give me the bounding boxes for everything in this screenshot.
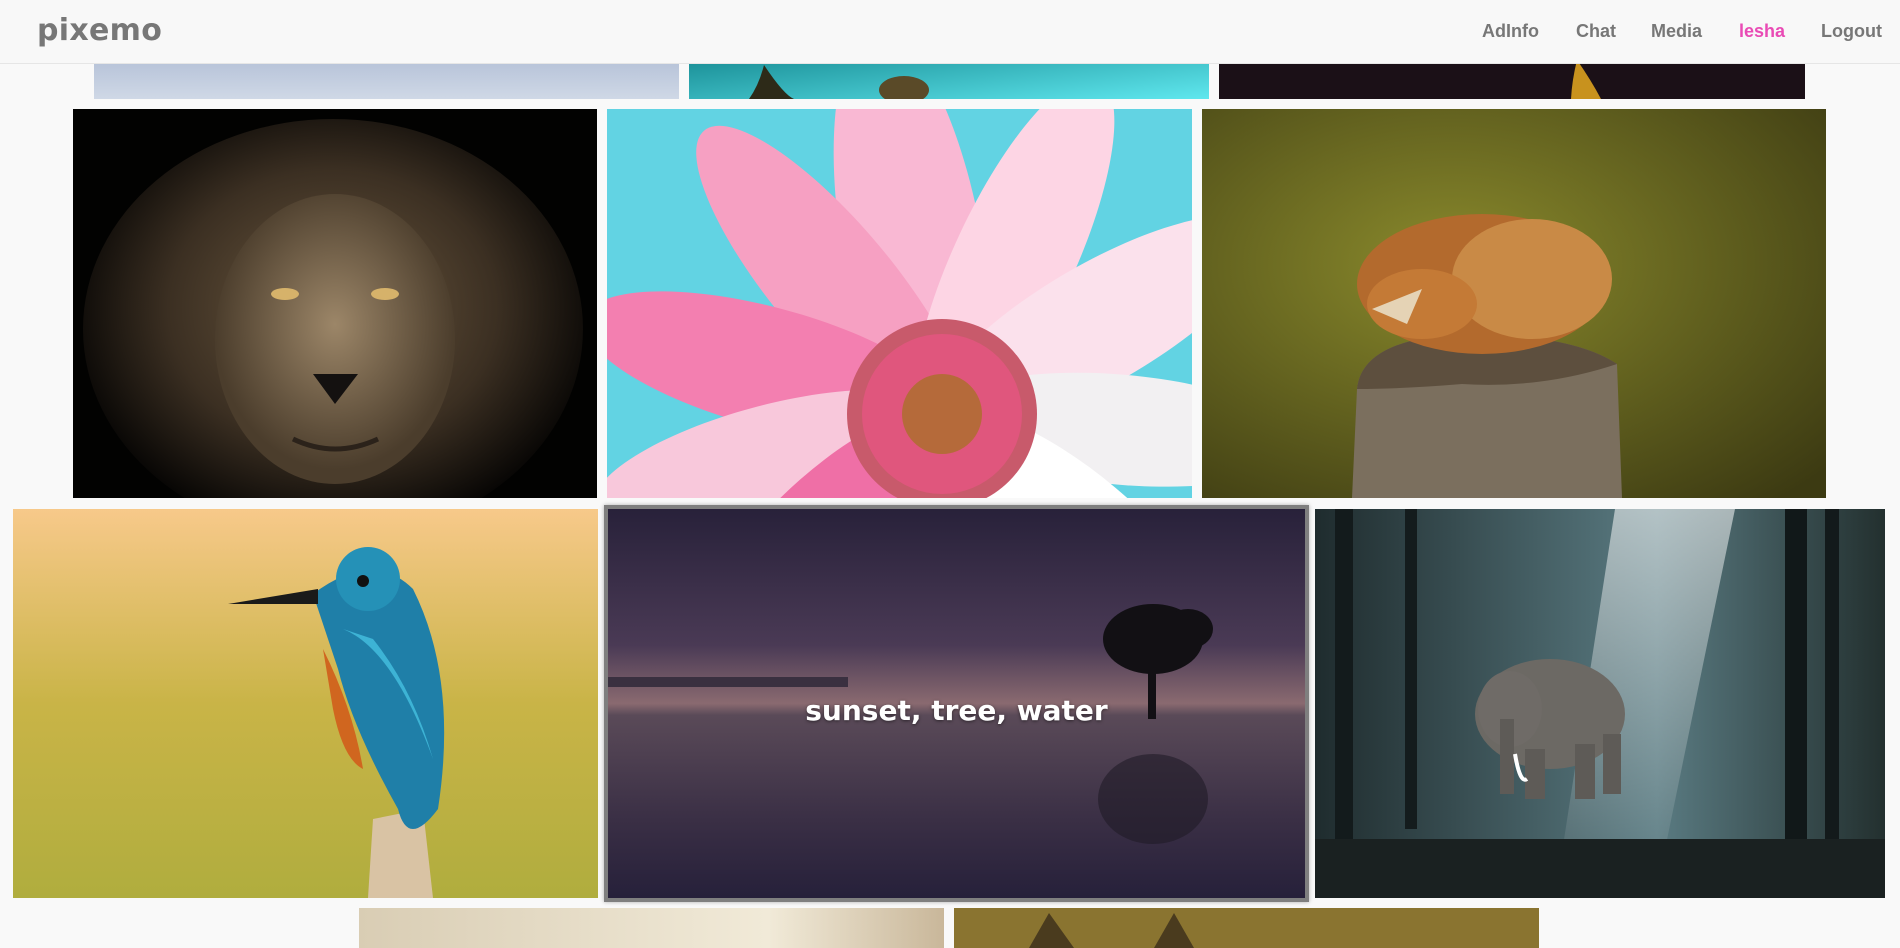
nav-logout[interactable]: Logout xyxy=(1821,21,1882,42)
photo-tile-wildcat[interactable] xyxy=(954,908,1539,948)
photo-tile-lion[interactable] xyxy=(73,109,597,498)
photo-tile-sunset-tree-lake[interactable]: sunset, tree, water xyxy=(604,505,1309,902)
photo-tile-kingfisher[interactable] xyxy=(13,509,598,898)
photo-tile-pink-daisy[interactable] xyxy=(607,109,1192,498)
photo-tile-elephant-forest[interactable] xyxy=(1315,509,1885,898)
photo-tile-sleeping-fox[interactable] xyxy=(1202,109,1826,498)
nav-media[interactable]: Media xyxy=(1651,21,1702,42)
nav-chat[interactable]: Chat xyxy=(1576,21,1616,42)
navbar: pixemo AdInfo Chat Media lesha Logout xyxy=(0,0,1900,64)
brand-logo[interactable]: pixemo xyxy=(37,13,162,48)
nav-user-profile[interactable]: lesha xyxy=(1739,21,1785,42)
nav-adinfo[interactable]: AdInfo xyxy=(1482,21,1539,42)
photo-hover-caption: sunset, tree, water xyxy=(805,694,1108,727)
photo-tile-beige[interactable] xyxy=(359,908,944,948)
